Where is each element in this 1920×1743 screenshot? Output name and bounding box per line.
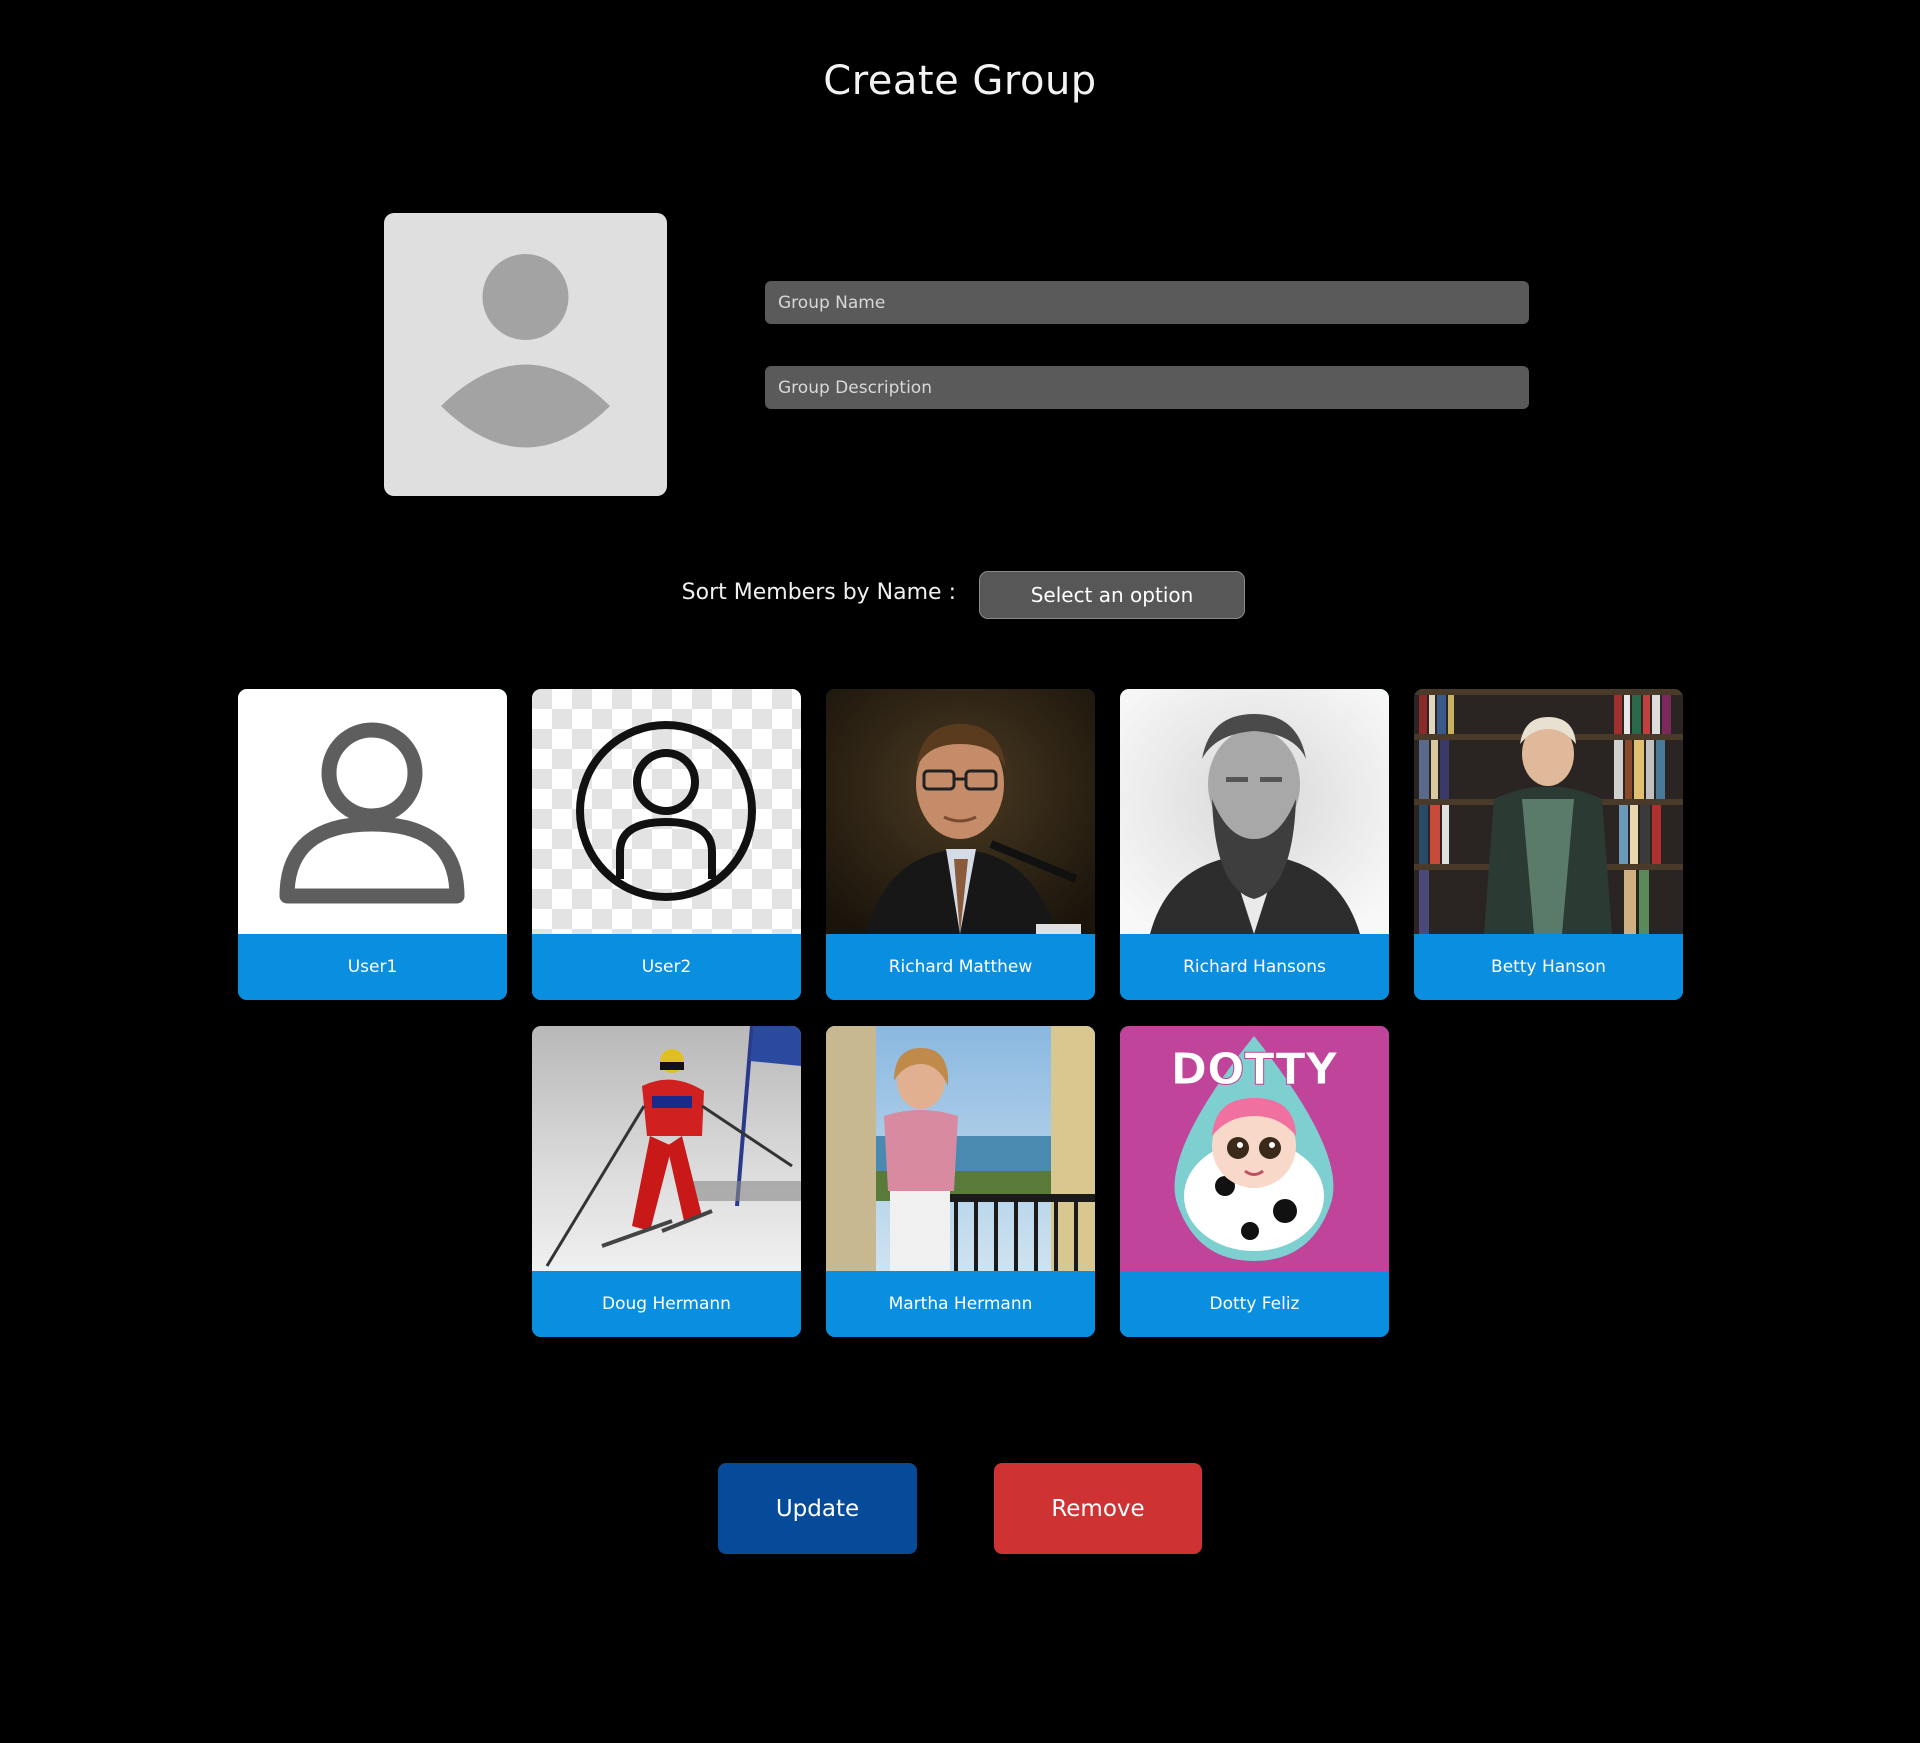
member-card[interactable]: Betty Hanson bbox=[1414, 689, 1683, 1000]
group-avatar-upload[interactable] bbox=[384, 213, 667, 496]
sort-members-select[interactable]: Select an option bbox=[979, 571, 1245, 619]
member-card[interactable]: Doug Hermann bbox=[532, 1026, 801, 1337]
member-name: User2 bbox=[532, 934, 801, 1000]
group-name-input[interactable] bbox=[765, 281, 1529, 324]
group-description-input[interactable] bbox=[765, 366, 1529, 409]
member-card[interactable]: User1 bbox=[238, 689, 507, 1000]
member-card[interactable]: User2 bbox=[532, 689, 801, 1000]
man-glasses-microphone-photo bbox=[826, 689, 1095, 934]
member-name: Doug Hermann bbox=[532, 1271, 801, 1337]
dotty-cartoon-photo: DOTTY bbox=[1120, 1026, 1389, 1271]
member-name: Richard Matthew bbox=[826, 934, 1095, 1000]
member-photo bbox=[532, 1026, 801, 1271]
dotty-logo-text: DOTTY bbox=[1171, 1044, 1339, 1095]
woman-balcony-photo bbox=[826, 1026, 1095, 1271]
member-photo bbox=[826, 1026, 1095, 1271]
bearded-man-portrait-photo bbox=[1120, 689, 1389, 934]
remove-button[interactable]: Remove bbox=[994, 1463, 1202, 1554]
woman-bookshelf-photo bbox=[1414, 689, 1683, 934]
circle-person-icon bbox=[532, 689, 801, 934]
member-photo bbox=[1414, 689, 1683, 934]
page-title: Create Group bbox=[823, 58, 1097, 104]
member-name: Dotty Feliz bbox=[1120, 1271, 1389, 1337]
member-card[interactable]: Richard Matthew bbox=[826, 689, 1095, 1000]
member-card[interactable]: Martha Hermann bbox=[826, 1026, 1095, 1337]
outline-person-icon bbox=[279, 722, 465, 904]
member-photo bbox=[532, 689, 801, 934]
skier-photo bbox=[532, 1026, 801, 1271]
member-name: Richard Hansons bbox=[1120, 934, 1389, 1000]
member-photo bbox=[826, 689, 1095, 934]
member-photo bbox=[238, 689, 507, 934]
member-card[interactable]: Richard Hansons bbox=[1120, 689, 1389, 1000]
member-photo: DOTTY bbox=[1120, 1026, 1389, 1271]
member-name: Martha Hermann bbox=[826, 1271, 1095, 1337]
member-photo bbox=[1120, 689, 1389, 934]
person-placeholder-icon bbox=[441, 254, 610, 448]
member-name: Betty Hanson bbox=[1414, 934, 1683, 1000]
member-name: User1 bbox=[238, 934, 507, 1000]
create-group-page: Create Group Sort Members by Name : Sele… bbox=[0, 0, 1920, 1743]
update-button[interactable]: Update bbox=[718, 1463, 917, 1554]
sort-members-label: Sort Members by Name : bbox=[681, 580, 956, 605]
member-card[interactable]: DOTTY Dotty Feliz bbox=[1120, 1026, 1389, 1337]
